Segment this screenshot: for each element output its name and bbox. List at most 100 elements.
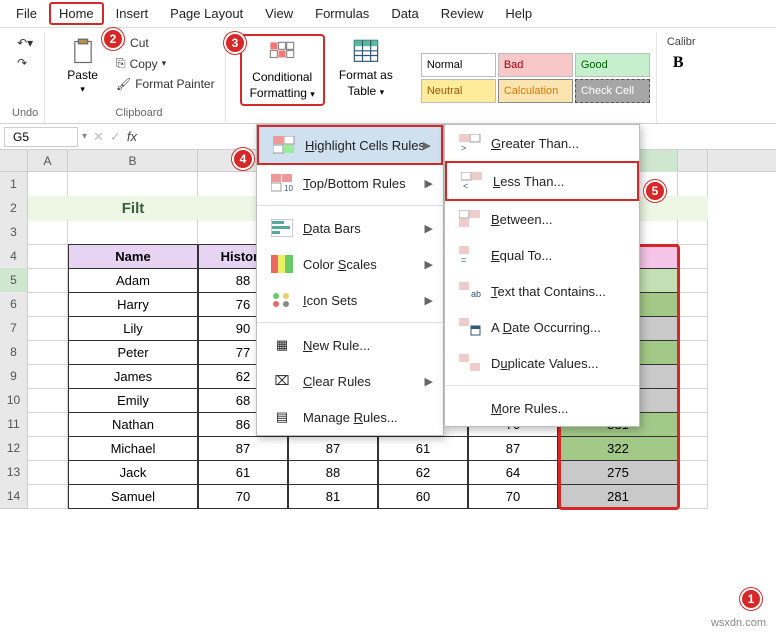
style-normal[interactable]: Normal [421,53,496,77]
header-name[interactable]: Name [68,244,198,269]
empty-cell[interactable] [678,412,708,437]
cell-name[interactable]: Lily [68,316,198,341]
row-header[interactable]: 4 [0,244,28,269]
row-header[interactable]: 7 [0,316,28,341]
empty-cell[interactable] [678,436,708,461]
cell-total[interactable]: 275 [558,460,678,485]
row-header[interactable]: 1 [0,172,28,197]
cell-value[interactable]: 88 [288,460,378,485]
menu-insert[interactable]: Insert [106,2,159,25]
cell-name[interactable]: Jack [68,460,198,485]
empty-cell[interactable] [28,340,68,365]
row-header[interactable]: 14 [0,484,28,509]
format-painter-button[interactable]: 🖌Format Painter [112,75,219,93]
empty-cell[interactable] [678,388,708,413]
menu-text-contains[interactable]: ab Text that Contains... [445,273,639,309]
row-header[interactable]: 8 [0,340,28,365]
cell-name[interactable]: Emily [68,388,198,413]
empty-cell[interactable] [678,484,708,509]
menu-manage-rules[interactable]: ▤ Manage Rules... [257,399,443,435]
menu-between[interactable]: Between... [445,201,639,237]
cell-value[interactable]: 87 [288,436,378,461]
cell-value[interactable]: 60 [378,484,468,509]
empty-cell[interactable] [678,172,708,197]
empty-cell[interactable] [678,220,708,245]
name-box[interactable] [4,127,78,147]
empty-cell[interactable] [28,316,68,341]
empty-cell[interactable] [68,172,198,197]
conditional-formatting-button[interactable]: Conditional Formatting ▾ [240,34,325,106]
col-header-B[interactable]: B [68,150,198,172]
menu-formulas[interactable]: Formulas [305,2,379,25]
menu-data-bars[interactable]: Data Bars ▶ [257,210,443,246]
empty-cell[interactable] [678,268,708,293]
row-header[interactable]: 12 [0,436,28,461]
cell-total[interactable]: 322 [558,436,678,461]
cell-value[interactable]: 64 [468,460,558,485]
menu-highlight-cells-rules[interactable]: Highlight Cells Rules ▶ [257,125,443,165]
enter-formula-icon[interactable]: ✓ [110,129,121,145]
menu-greater-than[interactable]: > Greater Than... [445,125,639,161]
empty-cell[interactable] [28,220,68,245]
cell-name[interactable]: Samuel [68,484,198,509]
menu-equal-to[interactable]: = Equal To... [445,237,639,273]
col-header-A[interactable]: A [28,150,68,172]
empty-cell[interactable] [68,220,198,245]
row-header[interactable]: 3 [0,220,28,245]
empty-cell[interactable] [678,316,708,341]
row-header[interactable]: 11 [0,412,28,437]
cell-name[interactable]: Peter [68,340,198,365]
empty-cell[interactable] [678,292,708,317]
cut-button[interactable]: ✂Cut [112,34,219,52]
empty-cell[interactable] [28,364,68,389]
empty-cell[interactable] [28,196,68,221]
empty-cell[interactable] [28,268,68,293]
copy-button[interactable]: ⎘Copy▾ [112,54,219,73]
cell-name[interactable]: Nathan [68,412,198,437]
style-calculation[interactable]: Calculation [498,79,573,103]
empty-cell[interactable] [678,460,708,485]
menu-color-scales[interactable]: Color Scales ▶ [257,246,443,282]
empty-cell[interactable] [28,388,68,413]
title-cell[interactable]: Filt [68,196,198,221]
row-header[interactable]: 10 [0,388,28,413]
font-name-display[interactable]: Calibr [667,36,696,48]
style-check-cell[interactable]: Check Cell [575,79,650,103]
menu-duplicate-values[interactable]: Duplicate Values... [445,345,639,381]
empty-cell[interactable] [678,364,708,389]
empty-cell[interactable] [28,244,68,269]
menu-review[interactable]: Review [431,2,494,25]
menu-date-occurring[interactable]: A Date Occurring... [445,309,639,345]
bold-button[interactable]: B [667,52,690,74]
cell-history[interactable]: 70 [198,484,288,509]
cancel-formula-icon[interactable]: ✕ [93,129,104,145]
cell-history[interactable]: 61 [198,460,288,485]
cell-total[interactable]: 281 [558,484,678,509]
cell-name[interactable]: James [68,364,198,389]
row-header[interactable]: 6 [0,292,28,317]
menu-page-layout[interactable]: Page Layout [160,2,253,25]
style-bad[interactable]: Bad [498,53,573,77]
redo-button[interactable]: ↷ [13,54,37,72]
undo-button[interactable]: ↶▾ [13,34,37,52]
menu-clear-rules[interactable]: ⌧ Clear Rules ▶ [257,363,443,399]
cell-value[interactable]: 81 [288,484,378,509]
row-header[interactable]: 13 [0,460,28,485]
style-neutral[interactable]: Neutral [421,79,496,103]
cell-value[interactable]: 62 [378,460,468,485]
empty-cell[interactable] [28,436,68,461]
menu-more-rules[interactable]: More Rules... [445,390,639,426]
menu-file[interactable]: File [6,2,47,25]
cell-history[interactable]: 87 [198,436,288,461]
paste-button[interactable]: Paste ▾ [59,34,106,99]
select-all-corner[interactable] [0,150,28,172]
menu-help[interactable]: Help [495,2,542,25]
style-good[interactable]: Good [575,53,650,77]
menu-top-bottom-rules[interactable]: 10 Top/Bottom Rules ▶ [257,165,443,201]
empty-cell[interactable] [678,244,708,269]
cell-value[interactable]: 87 [468,436,558,461]
cell-name[interactable]: Adam [68,268,198,293]
menu-home[interactable]: Home [49,2,104,25]
fx-label[interactable]: fx [127,129,137,144]
format-as-table-button[interactable]: Format as Table ▾ [331,34,401,102]
